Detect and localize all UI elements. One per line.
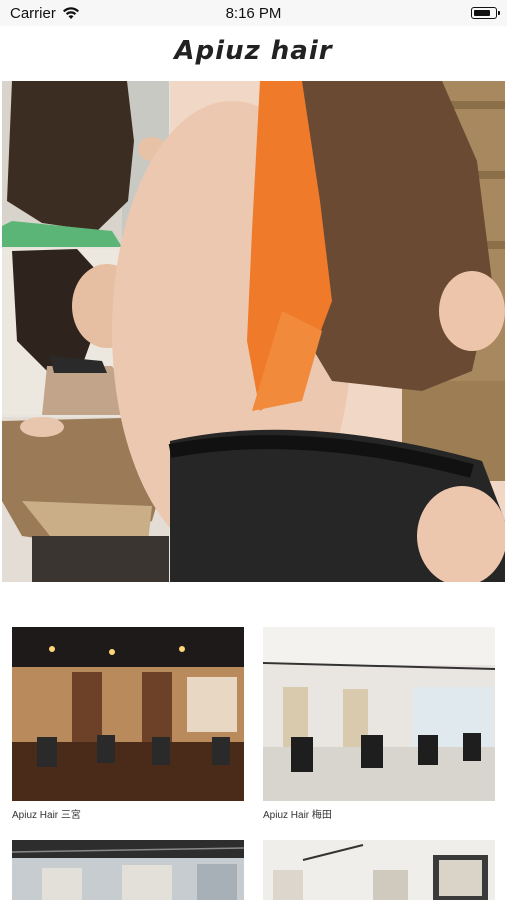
salon-card[interactable] [12,840,244,900]
salon-name[interactable]: Apiuz Hair 三宮 [12,806,81,821]
salon-card[interactable] [263,840,495,900]
salon-photo [263,840,495,900]
battery-icon [471,7,500,19]
salon-card-sannomiya[interactable] [12,627,244,801]
status-bar: Carrier 8:16 PM [0,0,507,26]
salon-card-umeda[interactable] [263,627,495,801]
status-time: 8:16 PM [225,5,282,22]
salon-photo [263,627,495,801]
app-header: Apiuz hair [0,26,507,76]
hero-collage-image [2,81,505,582]
salon-photo [12,627,244,801]
salon-name[interactable]: Apiuz Hair 梅田 [263,806,332,821]
hero-carousel[interactable] [2,81,505,582]
brand-logo: Apiuz hair [174,36,333,66]
salon-photo [12,840,244,900]
